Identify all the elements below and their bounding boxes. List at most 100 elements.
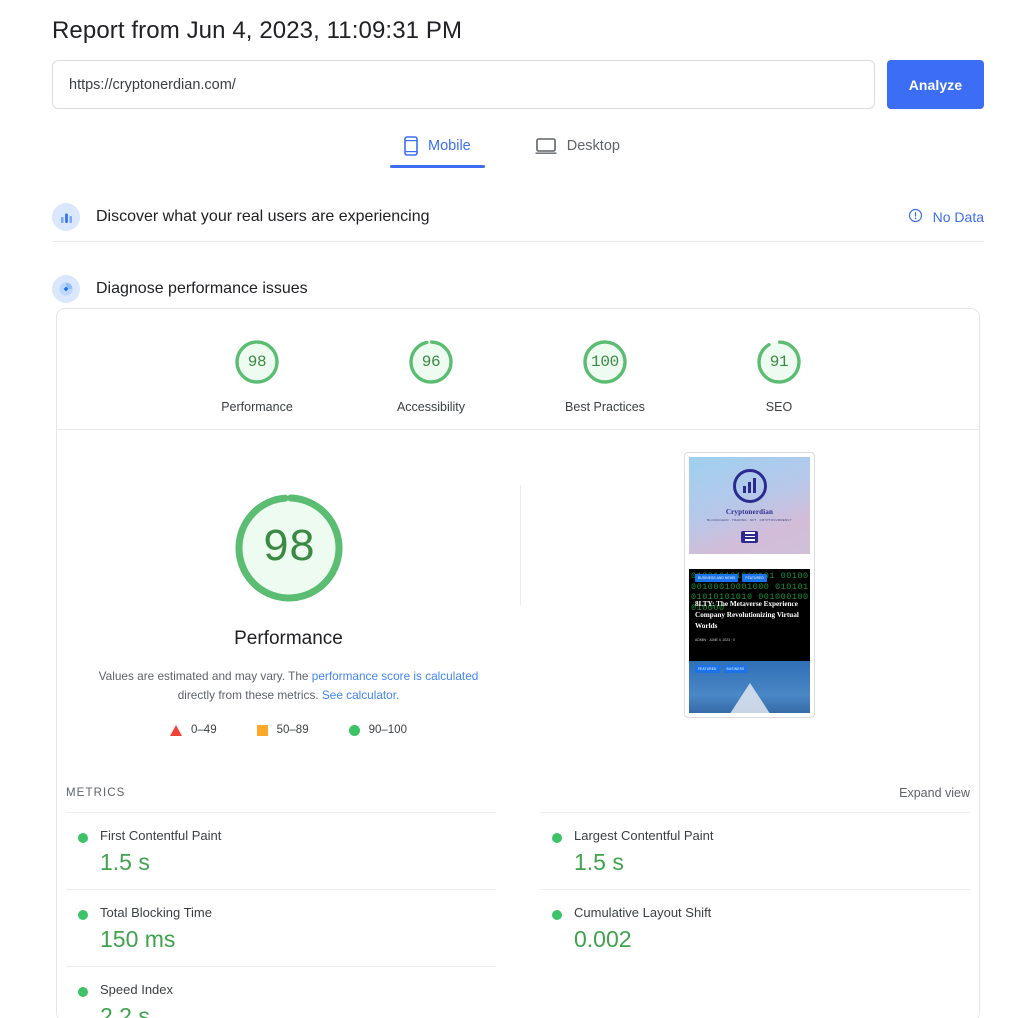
score-ring-icon: 100: [579, 336, 631, 388]
metric-item[interactable]: First Contentful Paint 1.5 s: [66, 812, 496, 889]
legend-average: 50–89: [256, 724, 309, 736]
legend-range-average: 50–89: [276, 724, 309, 736]
lab-data-title: Diagnose performance issues: [96, 280, 308, 297]
tab-mobile-label: Mobile: [428, 138, 471, 154]
score-ring-icon: 96: [405, 336, 457, 388]
field-data-title: Discover what your real users are experi…: [96, 208, 430, 225]
gauge-seo[interactable]: 91 SEO: [731, 336, 827, 414]
square-icon: [256, 724, 268, 736]
score-range-legend: 0–49 50–89 90–100: [57, 724, 520, 736]
metric-value: 0.002: [574, 926, 632, 952]
metric-value: 150 ms: [100, 926, 176, 952]
lighthouse-results-card: 98 Performance 96 Accessibility 100 Best…: [56, 308, 980, 1018]
triangle-icon: [170, 724, 183, 736]
thumbnail-chip-row: BUSINESS AND NEWS FEATURED: [695, 574, 804, 582]
status-dot-good-icon: [78, 910, 88, 920]
metric-name: Cumulative Layout Shift: [574, 905, 712, 920]
lab-data-section-header: Diagnose performance issues: [52, 265, 984, 313]
hero-vertical-divider: [520, 485, 521, 605]
field-data-status[interactable]: No Data: [908, 208, 984, 226]
metric-value: 1.5 s: [574, 849, 624, 875]
gauge-best-practices[interactable]: 100 Best Practices: [557, 336, 653, 414]
tab-desktop[interactable]: Desktop: [521, 130, 634, 168]
tab-mobile[interactable]: Mobile: [390, 130, 485, 168]
metrics-header: METRICS Expand view: [57, 774, 979, 812]
status-dot-good-icon: [78, 987, 88, 997]
thumbnail-tagline: BLOCKCHAIN · TRADING · NFT · CRYPTOCURRE…: [707, 517, 792, 522]
info-circle-icon: [908, 208, 923, 226]
pagespeed-report-page: Report from Jun 4, 2023, 11:09:31 PM Ana…: [0, 0, 1024, 1018]
gauge-label: Accessibility: [396, 400, 466, 414]
thumbnail-meta: ADMIN · JUNE 4, 2023 · 0: [695, 638, 735, 642]
desktop-monitor-icon: [535, 137, 557, 155]
see-calculator-link[interactable]: See calculator.: [322, 688, 399, 702]
score-ring-icon: 91: [753, 336, 805, 388]
status-dot-good-icon: [552, 833, 562, 843]
site-logo-icon: [732, 468, 767, 503]
url-analyze-row: Analyze: [52, 60, 984, 109]
gauge-score-value: 96: [421, 353, 441, 371]
analyze-button[interactable]: Analyze: [887, 60, 984, 109]
thumbnail-second-article: FEATURED BUSINESS SUI Crypto Project: Un…: [689, 661, 810, 713]
legend-poor: 0–49: [170, 724, 217, 736]
gauge-score-value: 100: [591, 353, 619, 371]
page-title: Report from Jun 4, 2023, 11:09:31 PM: [52, 17, 463, 44]
bar-chart-circle-icon: [52, 203, 80, 231]
expand-view-button[interactable]: Expand view: [899, 786, 970, 800]
thumbnail-site-header: Cryptonerdian BLOCKCHAIN · TRADING · NFT…: [689, 457, 810, 554]
thumbnail-chip: FEATURED: [742, 574, 767, 582]
metric-item[interactable]: Speed Index 2.2 s: [66, 966, 496, 1018]
gauge-score-value: 98: [247, 353, 267, 371]
tab-desktop-label: Desktop: [566, 138, 620, 154]
legend-range-good: 90–100: [368, 724, 407, 736]
metrics-grid: First Contentful Paint 1.5 s Largest Con…: [57, 812, 979, 1018]
status-dot-good-icon: [552, 910, 562, 920]
circle-icon: [348, 724, 360, 736]
metric-name: Largest Contentful Paint: [574, 828, 714, 843]
thumbnail-hero-article: 010010101010101 0010000100010001000 0101…: [689, 569, 810, 661]
metric-value: 1.5 s: [100, 849, 150, 875]
thumbnail-spacer: [689, 554, 810, 569]
performance-label: Performance: [234, 628, 343, 649]
mobile-phone-icon: [404, 136, 418, 156]
performance-score-calculated-link[interactable]: performance score is calculated: [312, 669, 479, 683]
score-ring-icon: 98: [231, 336, 283, 388]
metric-value: 2.2 s: [100, 1003, 150, 1018]
score-disclaimer: Values are estimated and may vary. The p…: [94, 667, 484, 705]
hamburger-menu-icon: [741, 530, 758, 543]
gauge-accessibility[interactable]: 96 Accessibility: [383, 336, 479, 414]
lab-gauge-circle-icon: [52, 275, 80, 303]
gauge-label: SEO: [765, 400, 793, 414]
metric-item[interactable]: Largest Contentful Paint 1.5 s: [540, 812, 970, 889]
section-divider: [52, 241, 984, 242]
thumbnail-chip: FEATURED: [695, 665, 720, 673]
field-data-section-header: Discover what your real users are experi…: [52, 193, 984, 241]
metric-name: Speed Index: [100, 982, 174, 997]
performance-hero: 98 Performance Values are estimated and …: [57, 430, 979, 768]
metric-name: First Contentful Paint: [100, 828, 222, 843]
status-dot-good-icon: [78, 833, 88, 843]
disclaimer-text-1: Values are estimated and may vary. The: [98, 669, 312, 683]
device-tabs: Mobile Desktop: [0, 130, 1024, 168]
metric-item[interactable]: Total Blocking Time 150 ms: [66, 889, 496, 966]
gauge-label: Best Practices: [565, 400, 645, 414]
thumbnail-chip: BUSINESS AND NEWS: [695, 574, 739, 582]
metrics-title: METRICS: [66, 787, 126, 799]
url-input[interactable]: [52, 60, 875, 109]
metric-item[interactable]: Cumulative Layout Shift 0.002: [540, 889, 970, 966]
thumbnail-headline: 8LTY: The Metaverse Experience Company R…: [695, 600, 799, 630]
performance-score-panel: 98 Performance Values are estimated and …: [57, 430, 520, 768]
legend-range-poor: 0–49: [191, 724, 217, 736]
gauge-performance[interactable]: 98 Performance: [209, 336, 305, 414]
gauge-label: Performance: [221, 400, 293, 414]
thumbnail-chip: BUSINESS: [723, 665, 748, 673]
performance-score-value: 98: [262, 522, 315, 574]
final-screenshot-thumbnail: Cryptonerdian BLOCKCHAIN · TRADING · NFT…: [684, 452, 815, 718]
decorative-arrow-shape: [719, 683, 780, 713]
performance-score-ring-icon: 98: [226, 485, 352, 611]
thumbnail-brand: Cryptonerdian: [725, 507, 774, 516]
page-screenshot-panel: Cryptonerdian BLOCKCHAIN · TRADING · NFT…: [520, 430, 979, 768]
no-data-label: No Data: [932, 209, 984, 225]
legend-good: 90–100: [348, 724, 407, 736]
metric-name: Total Blocking Time: [100, 905, 212, 920]
